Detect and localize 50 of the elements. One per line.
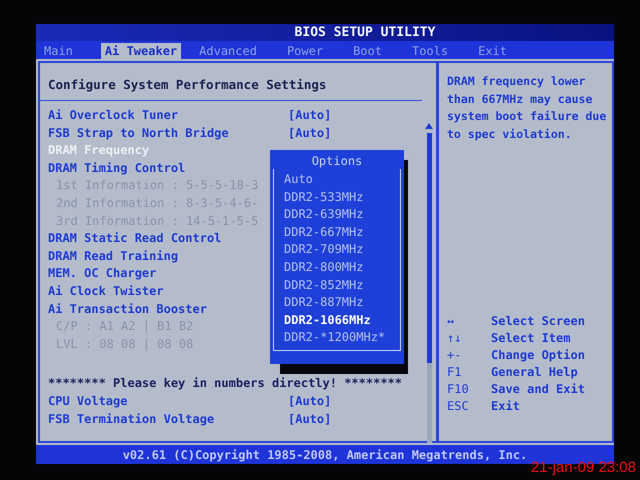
setting-label[interactable]: DRAM Timing Control	[48, 160, 186, 178]
setting-label[interactable]: Ai Overclock Tuner	[48, 107, 178, 125]
key-label: ESC	[447, 398, 470, 415]
option-item[interactable]: DDR2-*1200MHz*	[284, 329, 386, 347]
setting-value[interactable]: [Auto]	[288, 124, 332, 142]
key-action: Select Screen	[491, 313, 585, 330]
popup-title: Options	[310, 153, 364, 169]
tab[interactable]: Tools	[410, 43, 460, 59]
key-label: F10	[447, 381, 470, 398]
tab[interactable]: Power	[284, 43, 336, 59]
option-item[interactable]: DDR2-1066MHz	[284, 312, 371, 330]
key-label: F1	[447, 364, 462, 381]
copyright-text: v02.61 (C)Copyright 1985-2008, American Megatrends, Inc.	[122, 448, 528, 462]
key-label: ↔	[447, 313, 456, 330]
option-item[interactable]: Auto	[284, 171, 313, 189]
option-item[interactable]: DDR2-852MHz	[284, 276, 364, 294]
setting-label[interactable]: MEM. OC Charger	[48, 265, 156, 283]
option-item[interactable]: DDR2-667MHz	[284, 224, 364, 242]
tab[interactable]: Ai Tweaker	[100, 43, 182, 59]
key-label: ↑↓	[447, 330, 462, 347]
setting-label[interactable]: DRAM Static Read Control	[48, 230, 222, 248]
setting-label[interactable]: Ai Clock Twister	[48, 282, 164, 301]
key-action: General Help	[491, 364, 578, 381]
setting-label[interactable]: Ai Transaction Booster	[48, 300, 207, 318]
timestamp: 21-jan-09 23:08	[530, 459, 636, 476]
tab[interactable]: Boot	[351, 43, 394, 59]
tab[interactable]: Main	[42, 43, 85, 59]
help-text: DRAM frequency lower than 667MHz may cause system boot failure due to spec violation.	[447, 73, 608, 142]
option-item[interactable]: DDR2-800MHz	[284, 258, 364, 277]
option-item[interactable]: DDR2-709MHz	[284, 241, 364, 259]
key-action: Change Option	[491, 347, 585, 364]
key-action: Exit	[491, 398, 520, 415]
key-action: Save and Exit	[491, 381, 585, 398]
setting-label[interactable]: FSB Termination Voltage	[48, 410, 214, 428]
option-item[interactable]: DDR2-887MHz	[284, 294, 364, 312]
tab[interactable]: Advanced	[197, 43, 269, 59]
key-label: +-	[447, 347, 462, 364]
note-text: ******** Please key in numbers directly! ********	[48, 375, 402, 392]
tab[interactable]: Exit	[476, 43, 520, 59]
setting-label[interactable]: FSB Strap to North Bridge	[48, 124, 229, 142]
window-title: BIOS SETUP UTILITY	[294, 25, 436, 40]
section-title: Configure System Performance Settings	[48, 76, 328, 94]
key-action: Select Item	[491, 330, 570, 347]
setting-value[interactable]: [Auto]	[288, 392, 332, 410]
setting-value[interactable]: [Auto]	[288, 107, 332, 125]
option-item[interactable]: DDR2-533MHz	[284, 188, 364, 206]
setting-label[interactable]: CPU Voltage	[48, 392, 128, 410]
setting-label[interactable]: DRAM Read Training	[48, 248, 178, 266]
option-item[interactable]: DDR2-639MHz	[284, 206, 364, 224]
setting-value[interactable]: [Auto]	[288, 410, 332, 428]
